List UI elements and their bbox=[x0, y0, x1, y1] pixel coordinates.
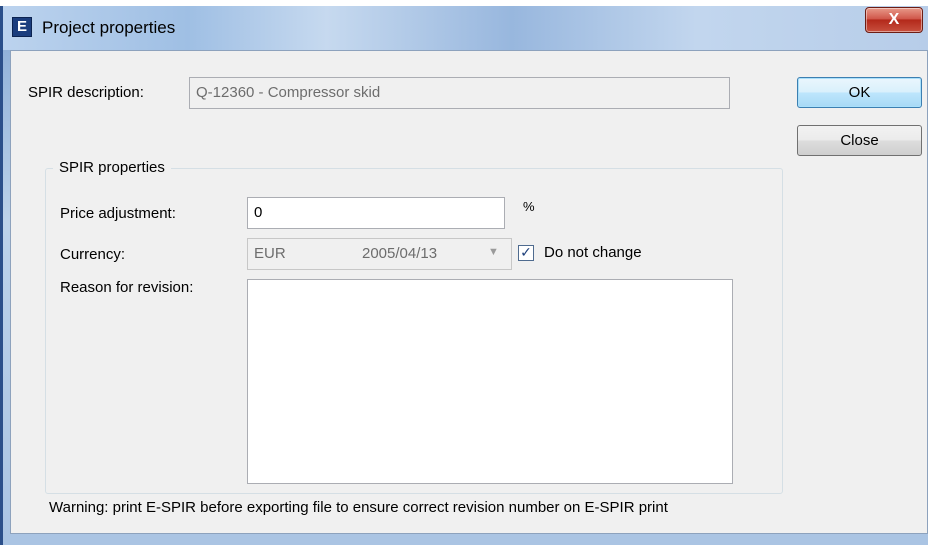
price-adjustment-label: Price adjustment: bbox=[60, 205, 176, 222]
ok-button[interactable]: OK bbox=[797, 77, 922, 108]
currency-value: EUR bbox=[254, 245, 286, 262]
do-not-change-label[interactable]: Do not change bbox=[544, 244, 642, 261]
group-title: SPIR properties bbox=[53, 159, 171, 176]
project-properties-dialog: E Project properties X SPIR description:… bbox=[0, 6, 928, 545]
title-bar[interactable]: E Project properties X bbox=[3, 6, 928, 50]
dialog-content: SPIR description: Q-12360 - Compressor s… bbox=[10, 50, 928, 534]
chevron-down-icon[interactable]: ▼ bbox=[488, 246, 499, 258]
currency-select[interactable]: EUR 2005/04/13 ▼ bbox=[247, 238, 512, 270]
close-icon[interactable]: X bbox=[865, 7, 923, 33]
percent-unit: % bbox=[523, 199, 535, 214]
price-adjustment-input[interactable]: 0 bbox=[247, 197, 505, 229]
spir-description-field: Q-12360 - Compressor skid bbox=[189, 77, 730, 109]
reason-for-revision-textarea[interactable] bbox=[247, 279, 733, 484]
warning-text: Warning: print E-SPIR before exporting f… bbox=[49, 499, 668, 516]
app-logo-icon: E bbox=[12, 17, 32, 37]
do-not-change-checkbox[interactable]: ✓ bbox=[518, 245, 534, 261]
checkmark-icon: ✓ bbox=[520, 244, 532, 260]
reason-for-revision-label: Reason for revision: bbox=[60, 279, 194, 296]
spir-description-label: SPIR description: bbox=[28, 84, 144, 101]
window-title: Project properties bbox=[42, 18, 176, 37]
currency-date: 2005/04/13 bbox=[362, 245, 438, 262]
close-button[interactable]: Close bbox=[797, 125, 922, 156]
currency-label: Currency: bbox=[60, 246, 126, 263]
